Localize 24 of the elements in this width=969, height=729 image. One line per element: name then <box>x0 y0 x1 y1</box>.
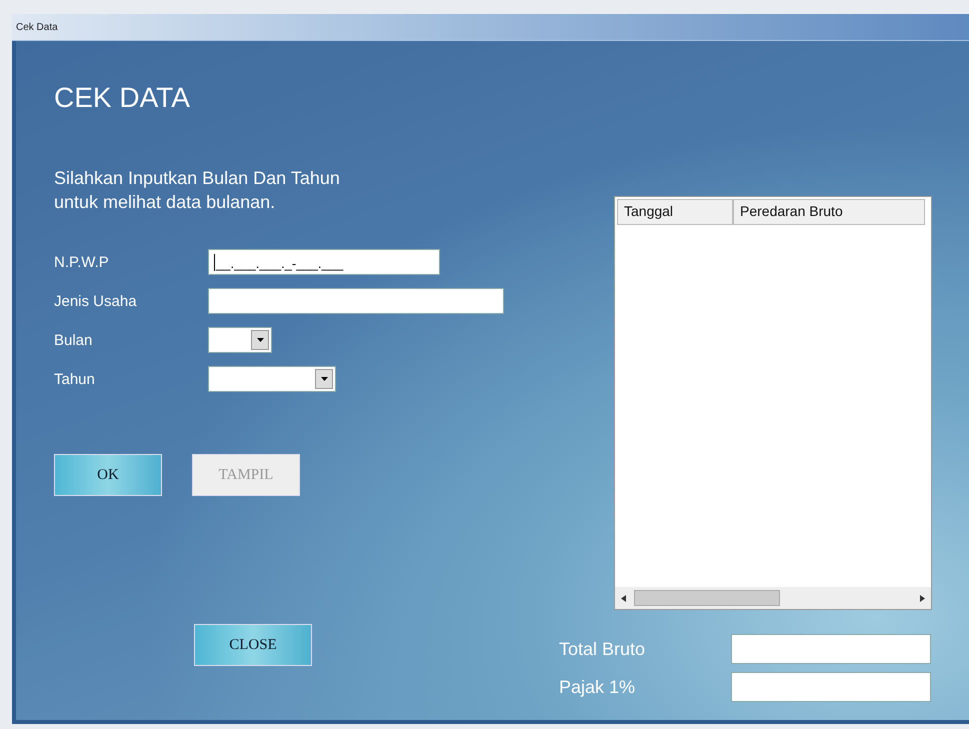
scroll-right-icon[interactable] <box>920 594 925 602</box>
dropdown-field[interactable] <box>208 327 272 353</box>
npwp-field[interactable]: __.___.___._-___.___ <box>208 249 440 275</box>
form-button[interactable]: OK <box>54 454 162 496</box>
field-label: Bulan <box>54 332 94 348</box>
scroll-left-icon[interactable] <box>621 594 626 602</box>
window-title: Cek Data <box>16 22 58 32</box>
input-field[interactable] <box>208 288 504 314</box>
total-label: Pajak 1% <box>559 676 636 698</box>
scroll-thumb[interactable] <box>634 590 780 606</box>
instruction-text: untuk melihat data bulanan. <box>54 191 276 214</box>
total-field[interactable] <box>731 672 931 702</box>
field-label: Jenis Usaha <box>54 292 138 310</box>
total-label: Total Bruto <box>559 638 646 660</box>
dropdown-field[interactable] <box>208 366 336 392</box>
field-label: N.P.W.P <box>54 254 110 270</box>
close-button[interactable]: CLOSE <box>194 624 312 666</box>
total-field[interactable] <box>731 634 931 664</box>
instruction-text: Silahkan Inputkan Bulan Dan Tahun <box>54 167 341 190</box>
field-label: Tahun <box>54 370 96 388</box>
horizontal-scrollbar[interactable] <box>615 587 931 609</box>
column-header[interactable]: Peredaran Bruto <box>733 199 925 225</box>
form-heading: CEK DATA <box>54 82 191 114</box>
column-header[interactable]: Tanggal <box>617 199 733 225</box>
